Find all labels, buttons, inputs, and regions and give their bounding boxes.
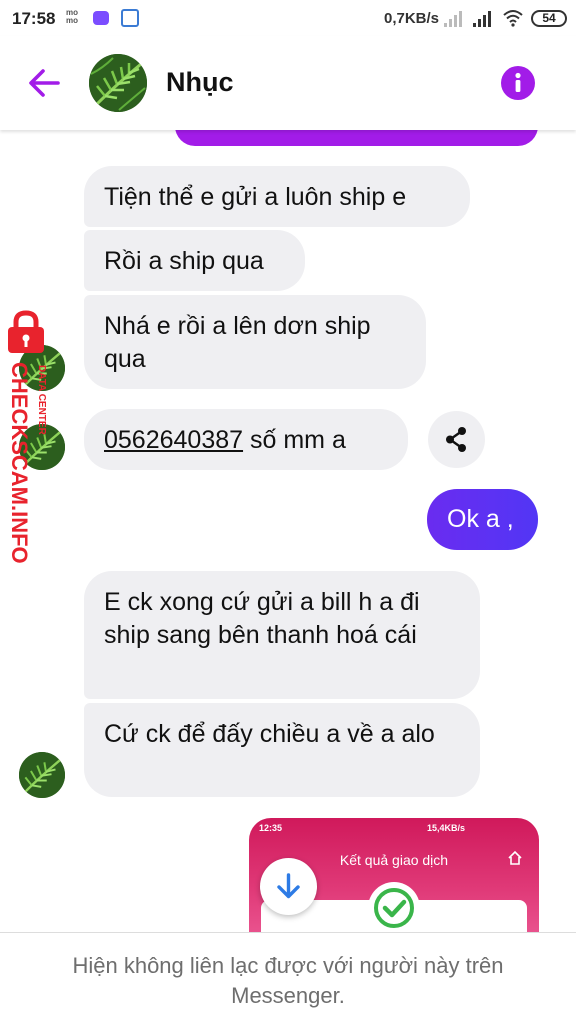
security-notification-icon <box>121 9 139 27</box>
message-text: Cứ ck để đấy chiều a về a alo <box>104 720 435 748</box>
incoming-message-bubble[interactable]: Tiện thể e gửi a luôn ship e <box>84 166 470 227</box>
network-speed: 0,7KB/s <box>384 10 440 27</box>
incoming-message-bubble[interactable]: 0562640387 số mm a <box>84 409 408 470</box>
contact-name[interactable]: Nhục <box>166 67 234 98</box>
svg-text:CHECKSCAM.INFO: CHECKSCAM.INFO <box>7 362 32 564</box>
image-time: 12:35 <box>259 823 283 833</box>
fern-avatar-image <box>19 752 65 798</box>
checkmark-icon <box>374 888 414 928</box>
wifi-icon <box>503 10 523 27</box>
back-arrow-icon[interactable] <box>26 66 62 100</box>
watermark-text: CHECKSCAM.INFO <box>7 362 32 564</box>
watermark-subtext: DATA CENTER <box>36 365 47 436</box>
phone-number-link[interactable]: 0562640387 <box>104 426 243 454</box>
incoming-message-bubble[interactable]: Cứ ck để đấy chiều a về a alo <box>84 703 480 797</box>
incoming-message-bubble[interactable]: Nhá e rồi a lên dơn ship qua <box>84 295 426 389</box>
arrow-down-icon <box>277 873 300 899</box>
svg-text:DATA CENTER: DATA CENTER <box>36 365 47 436</box>
app-notification-icon <box>93 11 109 25</box>
share-button[interactable] <box>428 411 485 468</box>
message-text: số mm a <box>243 426 346 454</box>
message-text: Nhá e rồi a lên dơn ship qua <box>104 312 371 373</box>
sender-avatar[interactable] <box>19 752 65 798</box>
success-badge <box>368 882 420 934</box>
image-network-speed: 15,4KB/s <box>427 823 466 833</box>
home-icon <box>508 850 522 865</box>
status-bar: 17:58 mo mo 0,7KB/s 54 <box>0 0 576 36</box>
image-status-bar: 12:35 15,4KB/s <box>249 818 539 838</box>
scroll-to-bottom-button[interactable] <box>260 858 317 915</box>
incoming-message-bubble[interactable]: E ck xong cứ gửi a bill h a đi ship sang… <box>84 571 480 699</box>
lock-icon <box>8 310 44 353</box>
message-text: Ok a , <box>447 505 514 533</box>
info-icon <box>515 72 521 92</box>
signal-icon <box>444 11 464 27</box>
fern-avatar-image <box>89 54 147 112</box>
signal-icon <box>473 11 493 27</box>
info-button[interactable] <box>501 66 535 100</box>
incoming-message-bubble[interactable]: Rồi a ship qua <box>84 230 305 291</box>
share-icon <box>446 427 466 452</box>
message-text: E ck xong cứ gửi a bill h a đi ship sang… <box>104 588 420 649</box>
unavailable-notice: Hiện không liên lạc được với người này t… <box>0 932 576 1024</box>
message-text: Rồi a ship qua <box>104 247 264 275</box>
chat-header: Nhục <box>0 36 576 130</box>
avatar[interactable] <box>89 54 147 112</box>
momo-notification-icon: mo mo <box>66 8 78 25</box>
battery-icon: 54 <box>531 10 567 27</box>
outgoing-message-bubble[interactable]: Ok a , <box>427 489 538 550</box>
status-time: 17:58 <box>12 9 56 28</box>
message-text: Tiện thể e gửi a luôn ship e <box>104 183 407 211</box>
unavailable-notice-text: Hiện không liên lạc được với người này t… <box>72 953 504 1008</box>
